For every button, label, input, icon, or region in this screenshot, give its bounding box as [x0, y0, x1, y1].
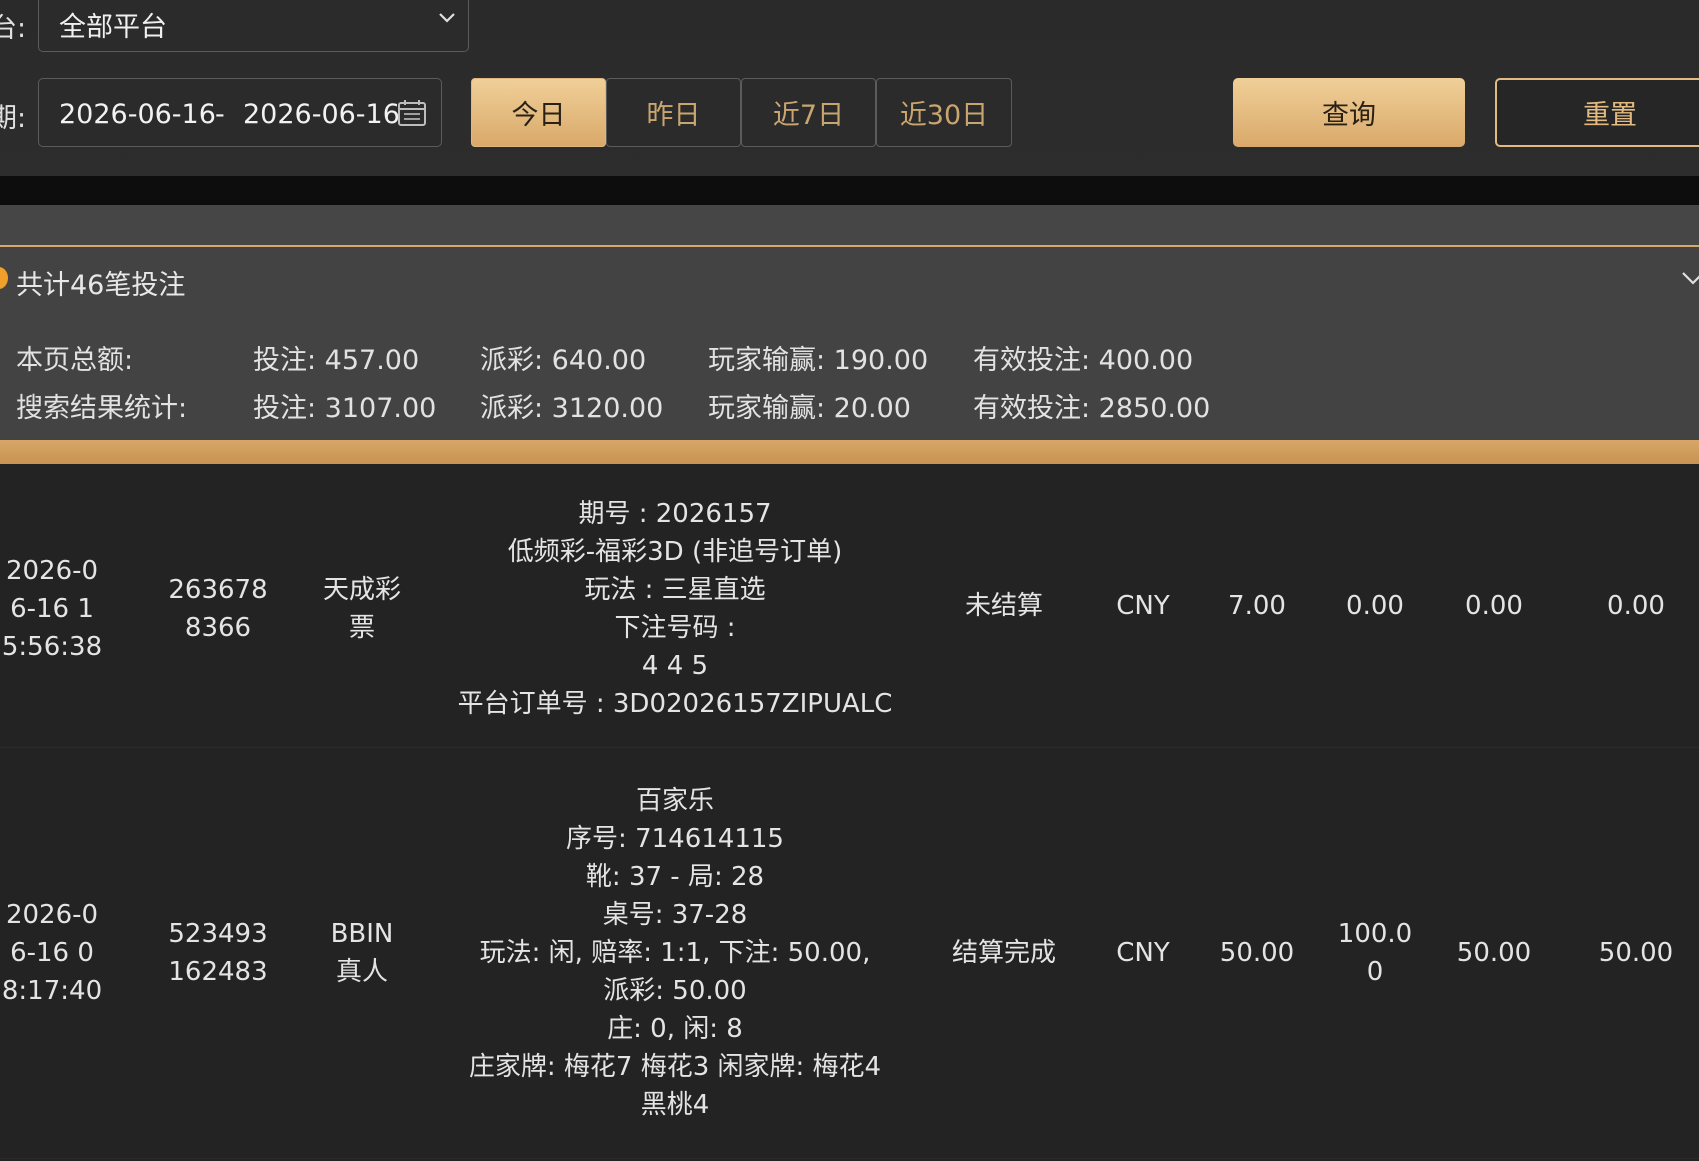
detail-line: 庄: 0, 闲: 8 — [607, 1014, 743, 1044]
detail-line: 期号 : 2026157 — [578, 498, 772, 529]
page-total-row: 本页总额: 投注: 457.00 派彩: 640.00 玩家输赢: 190.00… — [0, 338, 1699, 378]
search-total-bet: 投注: 3107.00 — [253, 393, 437, 424]
detail-line: 下注号码 : — [614, 612, 736, 643]
filter-panel: 台: 全部平台 期: 2026-06-16 - 2026-06-16 今日 昨日… — [0, 0, 1699, 176]
detail-line: 庄家牌: 梅花7 梅花3 闲家牌: 梅花4 黑桃4 — [468, 1052, 882, 1120]
section-header-bar — [0, 205, 1699, 247]
detail-line: 桌号: 37-28 — [602, 900, 748, 930]
detail-line: 4 4 5 — [641, 650, 709, 681]
bet-detail: 期号 : 2026157 低频彩-福彩3D (非追号订单) 玩法 : 三星直选 … — [445, 464, 905, 747]
currency: CNY — [1116, 938, 1170, 968]
quick-30days-button[interactable]: 近30日 — [876, 78, 1012, 147]
search-total-row: 搜索结果统计: 投注: 3107.00 派彩: 3120.00 玩家输赢: 20… — [0, 386, 1699, 426]
order-number: 2636788366 — [168, 574, 268, 643]
winloss-amount: 50.00 — [1598, 938, 1674, 968]
bet-amount: 50.00 — [1219, 938, 1295, 968]
detail-line: 玩法 : 三星直选 — [584, 574, 766, 605]
date-range-picker[interactable]: 2026-06-16 - 2026-06-16 — [38, 78, 442, 147]
table-row[interactable]: 2026-06-16 08:17:40 523493162483 BBIN真人 … — [0, 748, 1699, 1159]
detail-line: 平台订单号 : 3D02026157ZIPUALC — [457, 688, 893, 719]
calendar-icon[interactable] — [397, 99, 427, 127]
platform-select-value: 全部平台 — [59, 12, 167, 43]
winloss-amount: 0.00 — [1607, 590, 1665, 621]
bet-amount: 7.00 — [1228, 590, 1286, 621]
page-total-bet: 投注: 457.00 — [253, 345, 420, 376]
detail-line: 序号: 714614115 — [566, 824, 784, 854]
order-number: 523493162483 — [168, 919, 268, 987]
valid-bet-amount: 50.00 — [1456, 938, 1532, 968]
bet-count: 共计46笔投注 — [16, 270, 186, 301]
chevron-down-icon — [439, 13, 455, 23]
platform-name: 天成彩票 — [322, 574, 401, 643]
platform-select[interactable]: 全部平台 — [38, 0, 469, 52]
search-total-label: 搜索结果统计: — [16, 393, 188, 424]
quick-yesterday-button[interactable]: 昨日 — [606, 78, 741, 147]
detail-line: 玩法: 闲, 赔率: 1:1, 下注: 50.00, 派彩: 50.00 — [479, 938, 871, 1006]
reset-button[interactable]: 重置 — [1495, 78, 1699, 147]
detail-line: 靴: 37 - 局: 28 — [585, 862, 765, 892]
bet-time: 2026-06-16 08:17:40 — [1, 900, 103, 1006]
platform-name: BBIN真人 — [330, 919, 394, 987]
date-separator: - — [215, 99, 225, 130]
page-total-payout: 派彩: 640.00 — [480, 345, 647, 376]
search-total-valid: 有效投注: 2850.00 — [973, 393, 1211, 424]
table-row[interactable]: 2026-06-16 15:56:38 2636788366 天成彩票 期号 :… — [0, 464, 1699, 748]
date-end[interactable]: 2026-06-16 — [243, 99, 400, 130]
bet-table: 2026-06-16 15:56:38 2636788366 天成彩票 期号 :… — [0, 464, 1699, 1159]
bet-detail: 百家乐 序号: 714614115 靴: 37 - 局: 28 桌号: 37-2… — [463, 748, 887, 1158]
payout-amount: 0.00 — [1346, 590, 1404, 621]
search-total-payout: 派彩: 3120.00 — [480, 393, 664, 424]
page-total-valid: 有效投注: 400.00 — [973, 345, 1194, 376]
quick-7days-button[interactable]: 近7日 — [741, 78, 876, 147]
settle-status: 未结算 — [964, 590, 1043, 621]
detail-line: 百家乐 — [635, 786, 714, 816]
summary-panel: 共计46笔投注 本页总额: 投注: 457.00 派彩: 640.00 玩家输赢… — [0, 247, 1699, 440]
payout-amount: 100.00 — [1337, 919, 1413, 987]
query-button[interactable]: 查询 — [1233, 78, 1465, 147]
detail-line: 低频彩-福彩3D (非追号订单) — [507, 536, 843, 567]
bet-time: 2026-06-16 15:56:38 — [1, 555, 103, 662]
date-label: 期: — [0, 103, 27, 134]
platform-label: 台: — [0, 13, 27, 44]
chevron-down-icon[interactable] — [1680, 269, 1699, 287]
settle-status: 结算完成 — [951, 938, 1056, 968]
page-total-winloss: 玩家输赢: 190.00 — [708, 345, 929, 376]
indicator-dot-icon — [0, 267, 8, 289]
date-start[interactable]: 2026-06-16 — [59, 99, 216, 130]
divider-bar — [0, 176, 1699, 205]
search-total-winloss: 玩家输赢: 20.00 — [708, 393, 911, 424]
valid-bet-amount: 0.00 — [1465, 590, 1523, 621]
page-total-label: 本页总额: — [16, 345, 134, 376]
quick-today-button[interactable]: 今日 — [471, 78, 606, 147]
currency: CNY — [1116, 590, 1170, 621]
table-header-bar — [0, 440, 1699, 464]
